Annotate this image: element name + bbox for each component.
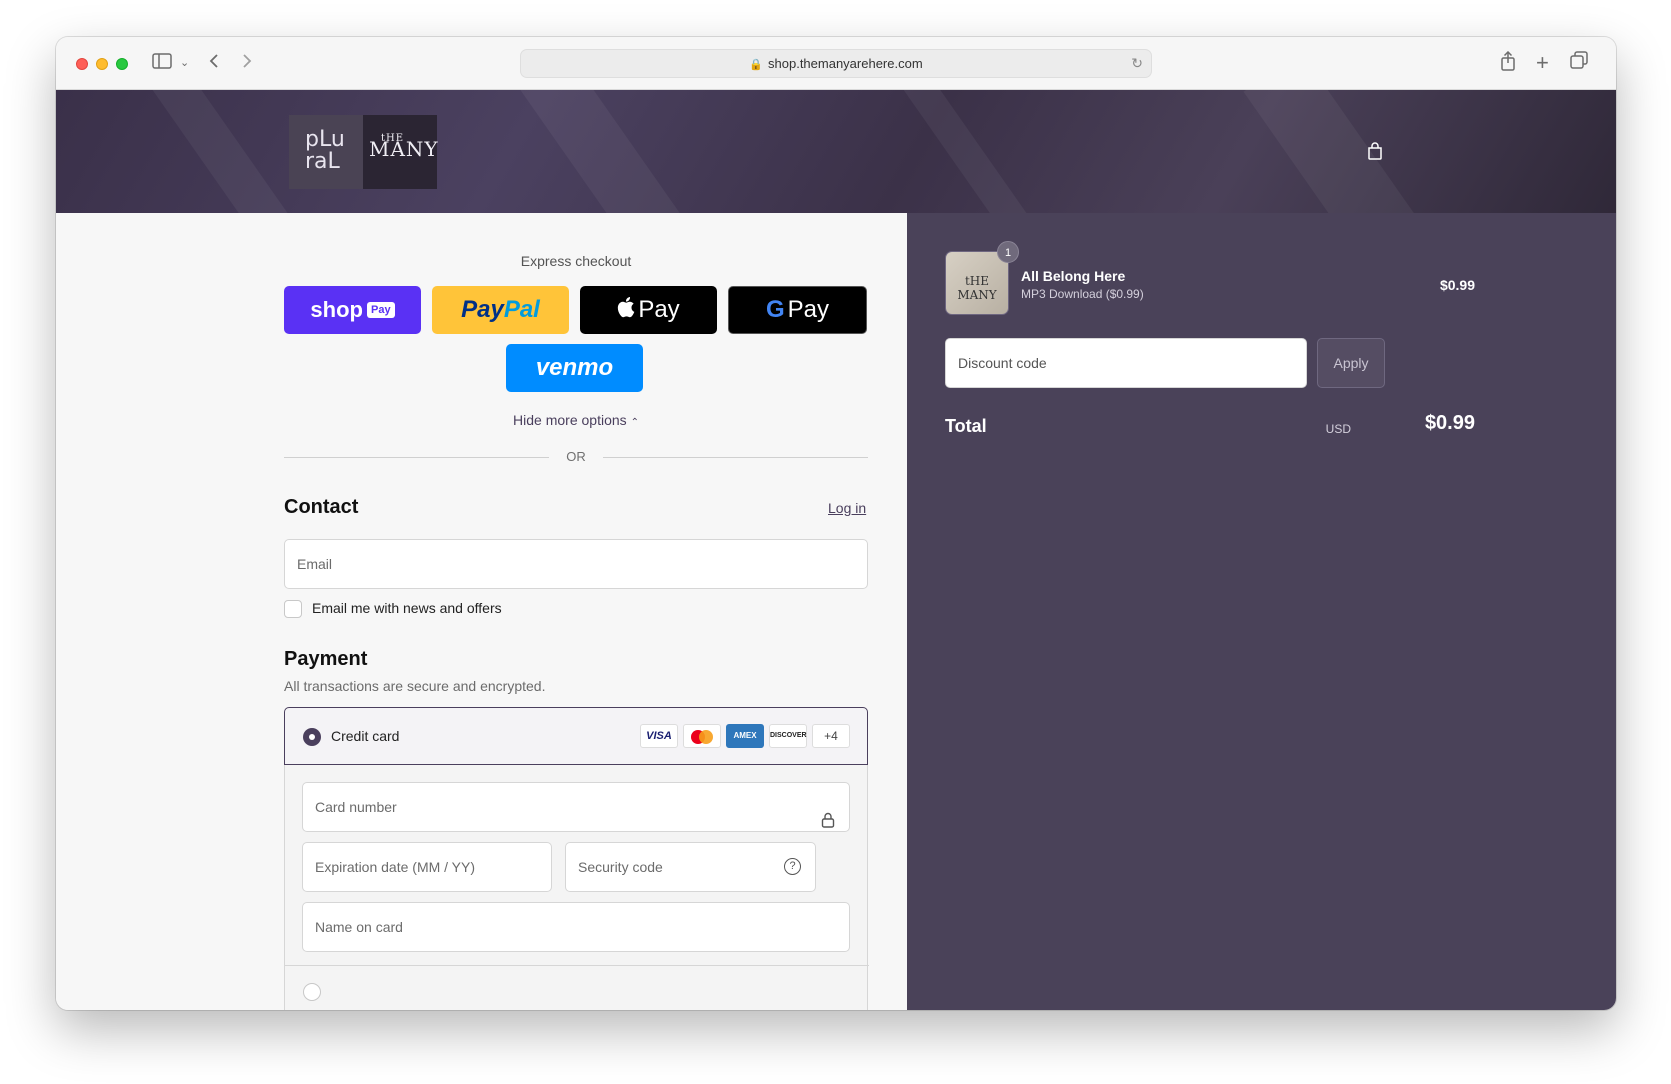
- lock-icon: 🔒: [749, 59, 764, 71]
- express-checkout-label: Express checkout: [520, 253, 632, 269]
- currency-label: USD: [1325, 422, 1351, 436]
- order-summary: tHE MANY 1 All Belong Here MP3 Download (…: [907, 213, 1616, 1010]
- shop-pay-tag: Pay: [366, 302, 395, 318]
- back-icon[interactable]: [208, 51, 220, 75]
- or-divider: OR: [284, 449, 868, 465]
- credit-card-form: Card number Expiration date (MM / YY) Se…: [284, 765, 869, 1010]
- apple-pay-text: Pay: [638, 296, 680, 323]
- credit-card-option[interactable]: Credit card VISA AMEX DISCOVER +4: [284, 707, 868, 765]
- contact-title: Contact: [284, 496, 359, 518]
- log-in-link[interactable]: Log in: [828, 500, 866, 516]
- name-on-card-placeholder: Name on card: [315, 919, 403, 935]
- credit-card-label: Credit card: [331, 728, 400, 744]
- expiration-date-field[interactable]: Expiration date (MM / YY): [302, 842, 552, 892]
- divider-line: [603, 457, 868, 458]
- google-g-icon: G: [765, 296, 785, 323]
- card-number-placeholder: Card number: [315, 799, 397, 815]
- site-header: pLu raL tHE MANY: [56, 90, 1616, 213]
- reload-icon[interactable]: ↻: [1131, 50, 1143, 77]
- paypal-button[interactable]: Pay Pal: [432, 286, 569, 334]
- paypal-text-b: Pal: [503, 296, 540, 323]
- shop-pay-text: shop: [310, 297, 363, 322]
- url-text: shop.themanyarehere.com: [768, 56, 923, 71]
- tabs-overview-icon[interactable]: [1570, 51, 1588, 75]
- paypal-radio[interactable]: [303, 983, 321, 1001]
- name-on-card-field[interactable]: Name on card: [302, 902, 850, 952]
- product-variant: MP3 Download ($0.99): [1021, 287, 1144, 301]
- apple-icon: [617, 296, 635, 325]
- lock-icon: [821, 799, 835, 847]
- the-many-logo[interactable]: tHE MANY: [363, 115, 438, 189]
- plural-logo[interactable]: pLu raL: [289, 115, 363, 189]
- hide-more-options-link[interactable]: Hide more options ⌃: [284, 412, 868, 428]
- sidebar-toggle-icon[interactable]: [152, 51, 172, 75]
- discover-icon: DISCOVER: [769, 724, 807, 748]
- expiration-placeholder: Expiration date (MM / YY): [315, 859, 476, 875]
- visa-icon: VISA: [640, 724, 678, 748]
- hide-more-options-text: Hide more options: [513, 412, 627, 428]
- browser-window: ⌄ 🔒 shop.themanyarehere.com ↻ + pLu raL t…: [56, 37, 1616, 1010]
- shopping-bag-icon[interactable]: [1367, 142, 1383, 160]
- help-icon[interactable]: ?: [784, 858, 801, 875]
- browser-toolbar: ⌄ 🔒 shop.themanyarehere.com ↻ +: [56, 37, 1616, 90]
- discount-placeholder: Discount code: [958, 355, 1047, 371]
- chevron-down-icon[interactable]: ⌄: [180, 51, 189, 75]
- close-window-button[interactable]: [76, 58, 88, 70]
- chevron-up-icon: ⌃: [630, 417, 639, 428]
- product-name: All Belong Here: [1021, 268, 1126, 284]
- address-bar[interactable]: 🔒 shop.themanyarehere.com ↻: [520, 49, 1152, 78]
- amex-icon: AMEX: [726, 724, 764, 748]
- email-field[interactable]: Email: [284, 539, 868, 589]
- checkout-main: Express checkout shop Pay Pay Pal Pay G Pay…: [56, 213, 907, 1010]
- forward-icon[interactable]: [241, 51, 253, 75]
- total-label: Total: [945, 416, 987, 436]
- header-decoration: [1243, 90, 1439, 213]
- payment-subtitle: All transactions are secure and encrypte…: [284, 678, 546, 694]
- apply-discount-button[interactable]: Apply: [1317, 338, 1385, 388]
- mastercard-icon: [683, 724, 721, 748]
- new-tab-icon[interactable]: +: [1536, 51, 1549, 75]
- email-placeholder: Email: [297, 556, 333, 572]
- security-code-field[interactable]: Security code ?: [565, 842, 816, 892]
- google-pay-button[interactable]: G Pay: [728, 286, 867, 334]
- discount-code-input[interactable]: Discount code: [945, 338, 1307, 388]
- plural-logo-text: pLu raL: [305, 127, 345, 174]
- apple-pay-button[interactable]: Pay: [580, 286, 717, 334]
- security-code-placeholder: Security code: [578, 859, 663, 875]
- venmo-button[interactable]: venmo: [506, 344, 643, 392]
- header-decoration: [889, 90, 1053, 213]
- total-amount: $0.99: [1424, 412, 1475, 434]
- credit-card-radio[interactable]: [303, 728, 321, 746]
- share-icon[interactable]: [1500, 50, 1516, 77]
- newsletter-label: Email me with news and offers: [312, 600, 502, 616]
- product-price: $0.99: [1439, 277, 1475, 293]
- card-number-field[interactable]: Card number: [302, 782, 850, 832]
- quantity-badge: 1: [997, 241, 1019, 263]
- the-many-logo-small: tHE: [381, 133, 405, 144]
- minimize-window-button[interactable]: [96, 58, 108, 70]
- google-pay-text: Pay: [787, 296, 830, 323]
- header-decoration: [506, 90, 706, 213]
- option-divider: [285, 965, 869, 966]
- payment-title: Payment: [284, 648, 368, 670]
- shop-pay-button[interactable]: shop Pay: [284, 286, 421, 334]
- zoom-window-button[interactable]: [116, 58, 128, 70]
- header-decoration: [146, 90, 306, 213]
- venmo-text: venmo: [535, 354, 614, 381]
- more-cards-badge: +4: [812, 724, 850, 748]
- product-thumbnail: tHE MANY: [945, 251, 1009, 315]
- newsletter-checkbox[interactable]: [284, 600, 302, 618]
- paypal-text-a: Pay: [461, 296, 504, 323]
